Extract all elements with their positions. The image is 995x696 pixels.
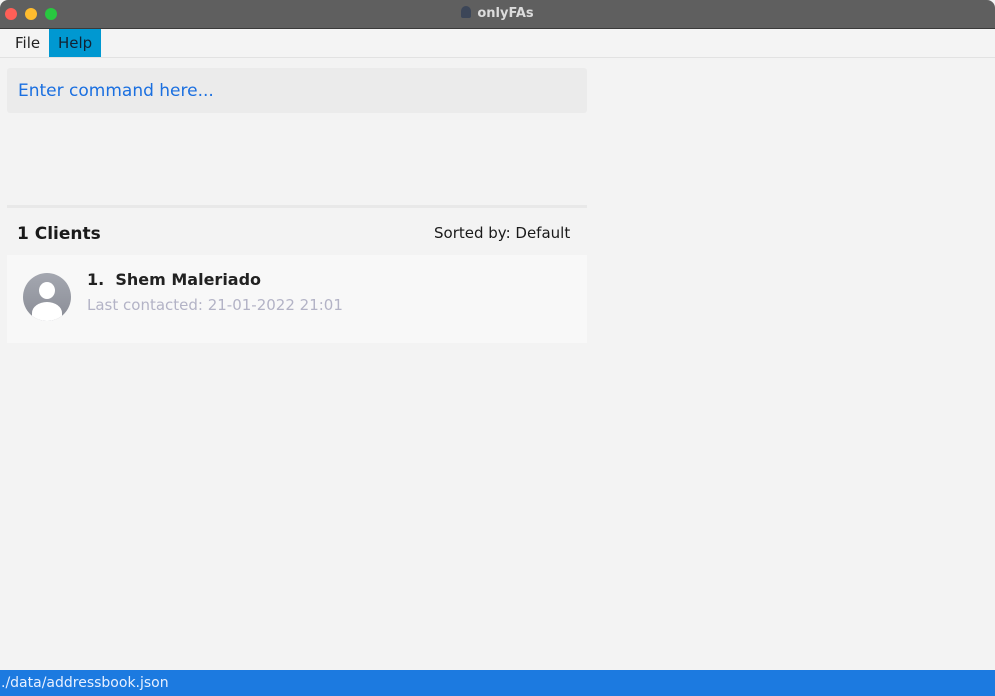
menu-help[interactable]: Help (49, 29, 102, 57)
menu-file[interactable]: File (6, 29, 49, 57)
status-bar-path: ./data/addressbook.json (0, 670, 995, 696)
sort-label: Sorted by: Default (434, 224, 571, 242)
avatar-icon (23, 273, 71, 321)
window-title: onlyFAs (0, 6, 995, 21)
client-name: 1. Shem Maleriado (87, 270, 261, 289)
window-title-text: onlyFAs (477, 6, 534, 21)
menu-bar: File Help (0, 29, 995, 58)
command-input[interactable] (7, 68, 587, 113)
client-count: 1 Clients (17, 224, 101, 244)
last-contacted: Last contacted: 21-01-2022 21:01 (87, 296, 343, 314)
title-bar: onlyFAs (0, 0, 995, 29)
client-index: 1. (87, 270, 105, 289)
client-card[interactable]: 1. Shem Maleriado Last contacted: 21-01-… (7, 255, 587, 343)
app-icon (461, 6, 472, 18)
client-name-text: Shem Maleriado (115, 270, 262, 289)
divider (7, 205, 587, 208)
